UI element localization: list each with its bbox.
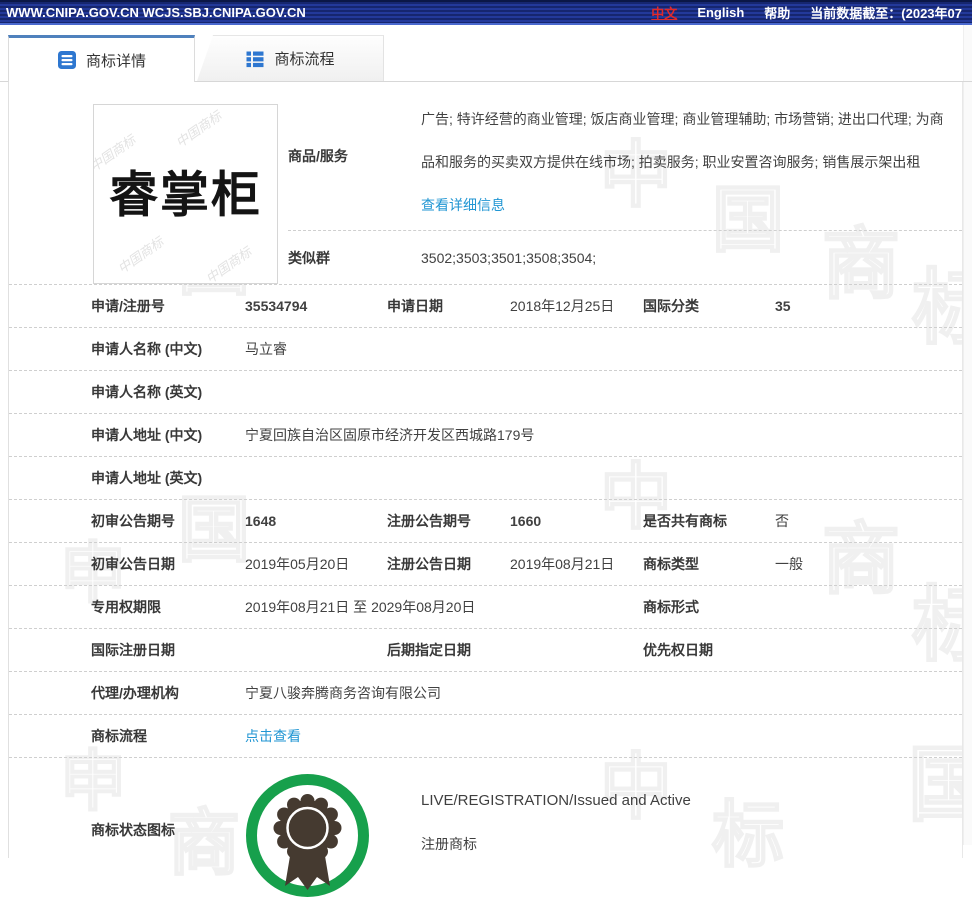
intl-class-value: 35 bbox=[775, 285, 791, 327]
first-pub-date-label: 初审公告日期 bbox=[91, 543, 175, 585]
table-row: 申请人地址 (中文) 宁夏回族自治区固原市经济开发区西城路179号 bbox=[9, 414, 962, 457]
image-watermark-text: 中国商标 bbox=[201, 242, 255, 284]
intl-reg-date-label: 国际注册日期 bbox=[91, 629, 175, 671]
trademark-text: 睿掌柜 bbox=[94, 156, 277, 227]
reg-pub-no-label: 注册公告期号 bbox=[387, 500, 471, 542]
similar-group-label: 类似群 bbox=[288, 231, 330, 284]
status-text-cn: 注册商标 bbox=[421, 834, 477, 854]
tab-process-label: 商标流程 bbox=[274, 48, 334, 69]
tab-detail-label: 商标详情 bbox=[86, 50, 146, 71]
is-shared-label: 是否共有商标 bbox=[643, 500, 727, 542]
table-row: 申请人地址 (英文) bbox=[9, 457, 962, 500]
goods-block: 中国商标 中国商标 中国商标 中国商标 睿掌柜 商品/服务 广告; 特许经营的商… bbox=[9, 82, 962, 285]
exclusive-period-label: 专用权期限 bbox=[91, 586, 161, 628]
table-row: 国际注册日期 后期指定日期 优先权日期 bbox=[9, 629, 962, 672]
priority-date-label: 优先权日期 bbox=[643, 629, 713, 671]
later-designation-date-label: 后期指定日期 bbox=[387, 629, 471, 671]
image-watermark-text: 中国商标 bbox=[171, 106, 225, 151]
first-pub-no-label: 初审公告期号 bbox=[91, 500, 175, 542]
table-row: 申请人名称 (英文) bbox=[9, 371, 962, 414]
view-detail-link[interactable]: 查看详细信息 bbox=[421, 197, 505, 213]
scrollbar-track[interactable] bbox=[963, 25, 972, 845]
status-row: 商标状态图标 LIVE/REGISTRATION/Issued and Acti… bbox=[9, 758, 962, 858]
help-link[interactable]: 帮助 bbox=[764, 3, 790, 22]
applicant-en-label: 申请人名称 (英文) bbox=[91, 371, 202, 413]
applicant-cn-value: 马立睿 bbox=[245, 328, 287, 370]
addr-cn-value: 宁夏回族自治区固原市经济开发区西城路179号 bbox=[245, 414, 534, 456]
lang-switch-zh[interactable]: 中文 bbox=[651, 3, 677, 22]
topbar: WWW.CNIPA.GOV.CN WCJS.SBJ.CNIPA.GOV.CN 中… bbox=[0, 0, 972, 25]
similar-group-value: 3502;3503;3501;3508;3504; bbox=[421, 231, 596, 284]
tm-type-value: 一般 bbox=[775, 543, 803, 585]
addr-en-label: 申请人地址 (英文) bbox=[91, 457, 202, 499]
status-text-en: LIVE/REGISTRATION/Issued and Active bbox=[421, 792, 691, 809]
apply-date-value: 2018年12月25日 bbox=[510, 285, 614, 327]
table-row: 代理/办理机构 宁夏八骏奔腾商务咨询有限公司 bbox=[9, 672, 962, 715]
first-pub-no-value: 1648 bbox=[245, 500, 276, 542]
trademark-image: 中国商标 中国商标 中国商标 中国商标 睿掌柜 bbox=[93, 104, 278, 284]
goods-label: 商品/服务 bbox=[288, 82, 348, 230]
exclusive-period-value: 2019年08月21日 至 2029年08月20日 bbox=[245, 586, 475, 628]
reg-pub-no-value: 1660 bbox=[510, 500, 541, 542]
goods-line-1: 广告; 特许经营的商业管理; 饭店商业管理; 商业管理辅助; 市场营销; 进出口… bbox=[421, 98, 944, 141]
tab-trademark-process[interactable]: 商标流程 bbox=[197, 35, 384, 81]
table-row: 商标流程 点击查看 bbox=[9, 715, 962, 758]
table-row: 初审公告期号 1648 注册公告期号 1660 是否共有商标 否 bbox=[9, 500, 962, 543]
apply-date-label: 申请日期 bbox=[387, 285, 443, 327]
document-list-icon bbox=[57, 50, 77, 70]
reg-pub-date-value: 2019年08月21日 bbox=[510, 543, 614, 585]
trademark-detail-panel: 中国商标 中国商标 中国商标 中国商标 睿掌柜 商品/服务 广告; 特许经营的商… bbox=[8, 82, 963, 858]
is-shared-value: 否 bbox=[775, 500, 789, 542]
applicant-cn-label: 申请人名称 (中文) bbox=[91, 328, 202, 370]
topbar-domains: WWW.CNIPA.GOV.CN WCJS.SBJ.CNIPA.GOV.CN bbox=[6, 5, 306, 20]
click-view-link[interactable]: 点击查看 bbox=[245, 726, 301, 746]
lang-switch-en[interactable]: English bbox=[697, 5, 744, 20]
tm-form-label: 商标形式 bbox=[643, 586, 699, 628]
tab-trademark-detail[interactable]: 商标详情 bbox=[8, 35, 195, 82]
intl-class-label: 国际分类 bbox=[643, 285, 699, 327]
topbar-links: 中文 English 帮助 当前数据截至：(2023年07 bbox=[651, 3, 962, 22]
reg-no-value: 35534794 bbox=[245, 285, 307, 327]
process-label: 商标流程 bbox=[91, 715, 147, 757]
first-pub-date-value: 2019年05月20日 bbox=[245, 543, 349, 585]
image-watermark-text: 中国商标 bbox=[113, 232, 167, 277]
table-row: 专用权期限 2019年08月21日 至 2029年08月20日 商标形式 bbox=[9, 586, 962, 629]
list-grid-icon bbox=[245, 49, 265, 69]
reg-pub-date-label: 注册公告日期 bbox=[387, 543, 471, 585]
table-row: 初审公告日期 2019年05月20日 注册公告日期 2019年08月21日 商标… bbox=[9, 543, 962, 586]
row-divider bbox=[288, 230, 962, 231]
table-row: 申请/注册号 35534794 申请日期 2018年12月25日 国际分类 35 bbox=[9, 285, 962, 328]
agency-value: 宁夏八骏奔腾商务咨询有限公司 bbox=[245, 672, 441, 714]
addr-cn-label: 申请人地址 (中文) bbox=[91, 414, 202, 456]
goods-line-2: 品和服务的买卖双方提供在线市场; 拍卖服务; 职业安置咨询服务; 销售展示架出租 bbox=[421, 141, 944, 184]
status-icon-label: 商标状态图标 bbox=[91, 820, 175, 840]
agency-label: 代理/办理机构 bbox=[91, 672, 179, 714]
tab-bar: 商标详情 商标流程 bbox=[0, 35, 972, 82]
goods-value: 广告; 特许经营的商业管理; 饭店商业管理; 商业管理辅助; 市场营销; 进出口… bbox=[421, 98, 944, 227]
registered-badge-icon bbox=[244, 772, 371, 899]
reg-no-label: 申请/注册号 bbox=[91, 285, 165, 327]
table-row: 申请人名称 (中文) 马立睿 bbox=[9, 328, 962, 371]
tm-type-label: 商标类型 bbox=[643, 543, 699, 585]
data-cutoff-label: 当前数据截至：(2023年07 bbox=[810, 3, 962, 22]
